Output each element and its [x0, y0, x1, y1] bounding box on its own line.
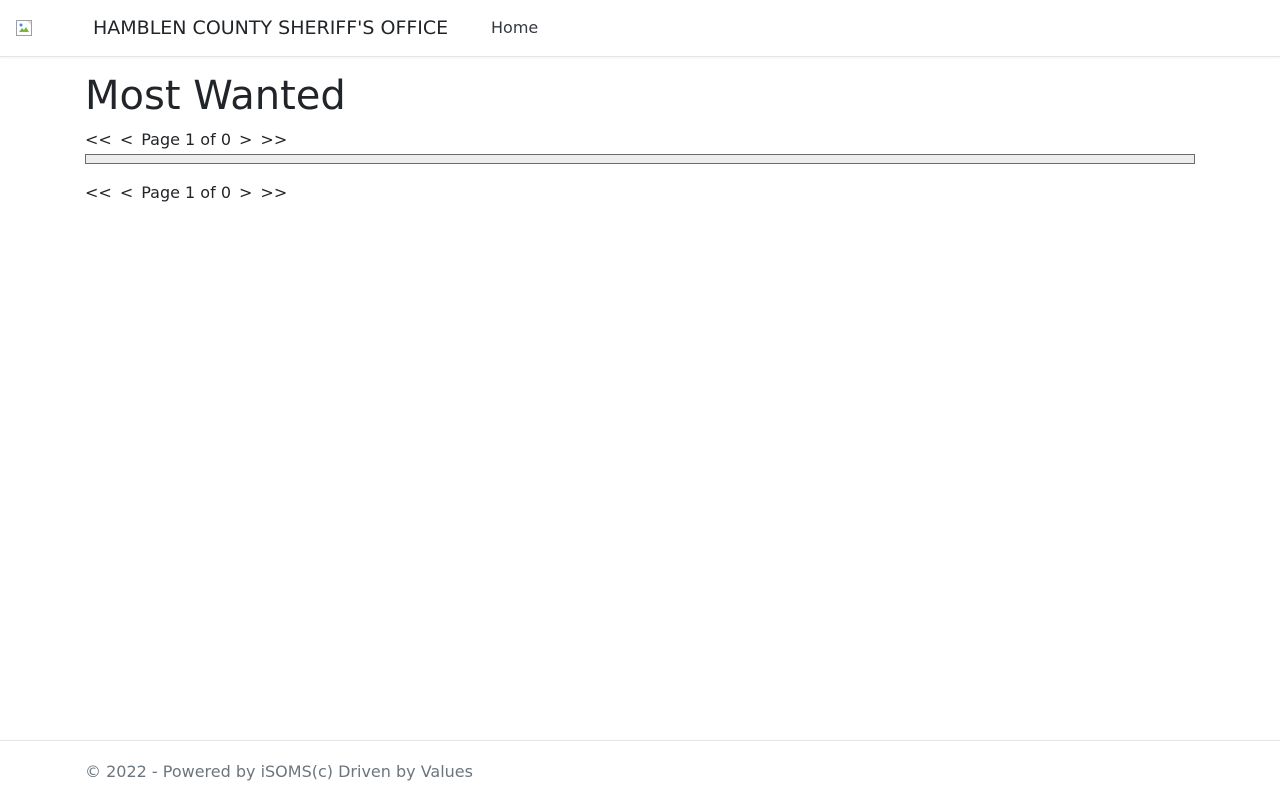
next-page-link[interactable]: > [239, 130, 252, 149]
footer-copyright: © 2022 - Powered by iSOMS(c) Driven by V… [85, 762, 473, 781]
page-title: Most Wanted [85, 73, 346, 119]
page-status: Page 1 of 0 [141, 130, 231, 149]
next-page-link[interactable]: > [239, 183, 252, 202]
page-status: Page 1 of 0 [141, 183, 231, 202]
footer: © 2022 - Powered by iSOMS(c) Driven by V… [0, 740, 1280, 801]
last-page-link[interactable]: >> [260, 130, 287, 149]
first-page-link[interactable]: << [85, 130, 112, 149]
main-content: Most Wanted << < Page 1 of 0 > >> << < Page 1 … [85, 72, 1195, 204]
nav-home-link[interactable]: Home [491, 17, 538, 39]
site-brand-link[interactable]: HAMBLEN COUNTY SHERIFF'S OFFICE [93, 16, 448, 40]
broken-image-icon[interactable] [16, 20, 32, 36]
last-page-link[interactable]: >> [260, 183, 287, 202]
results-container [85, 154, 1195, 164]
first-page-link[interactable]: << [85, 183, 112, 202]
prev-page-link[interactable]: < [120, 183, 133, 202]
top-navbar: HAMBLEN COUNTY SHERIFF'S OFFICE Home [0, 0, 1280, 57]
pager-top: << < Page 1 of 0 > >> [85, 129, 1195, 151]
pager-bottom: << < Page 1 of 0 > >> [85, 182, 1195, 204]
prev-page-link[interactable]: < [120, 130, 133, 149]
